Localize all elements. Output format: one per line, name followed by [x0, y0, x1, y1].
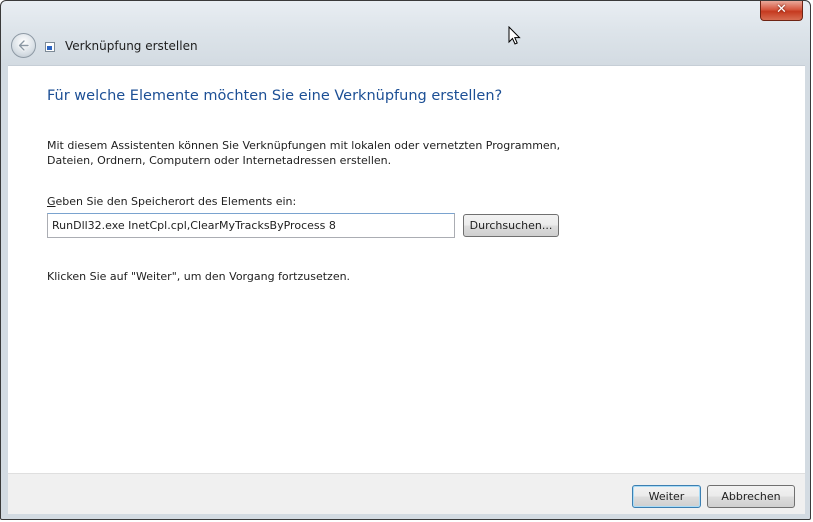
cancel-button[interactable]: Abbrechen: [707, 485, 795, 508]
description-text: Mit diesem Assistenten können Sie Verknü…: [47, 139, 561, 167]
page-heading: Für welche Elemente möchten Sie eine Ver…: [47, 88, 503, 104]
location-label: Geben Sie den Speicherort des Elements e…: [47, 195, 296, 208]
title-bar: ✕ Verknüpfung erstellen: [1, 1, 810, 65]
next-button[interactable]: Weiter: [632, 485, 701, 508]
button-bar: Weiter Abbrechen: [8, 473, 805, 514]
continue-hint: Klicken Sie auf "Weiter", um den Vorgang…: [47, 270, 351, 283]
close-button[interactable]: ✕: [760, 1, 803, 21]
wizard-content: Für welche Elemente möchten Sie eine Ver…: [8, 65, 805, 474]
location-label-accelerator: G: [47, 195, 56, 208]
window-title: Verknüpfung erstellen: [65, 39, 198, 53]
close-icon: ✕: [776, 2, 787, 17]
location-input[interactable]: [47, 213, 455, 238]
browse-button[interactable]: Durchsuchen...: [463, 214, 559, 237]
location-label-text: eben Sie den Speicherort des Elements ei…: [55, 195, 297, 208]
back-button[interactable]: [11, 33, 36, 58]
back-arrow-icon: [18, 39, 30, 52]
wizard-window: ✕ Verknüpfung erstellen Für welche Eleme…: [0, 0, 811, 520]
mouse-cursor-icon: [508, 26, 521, 45]
shortcut-icon: [45, 42, 55, 52]
